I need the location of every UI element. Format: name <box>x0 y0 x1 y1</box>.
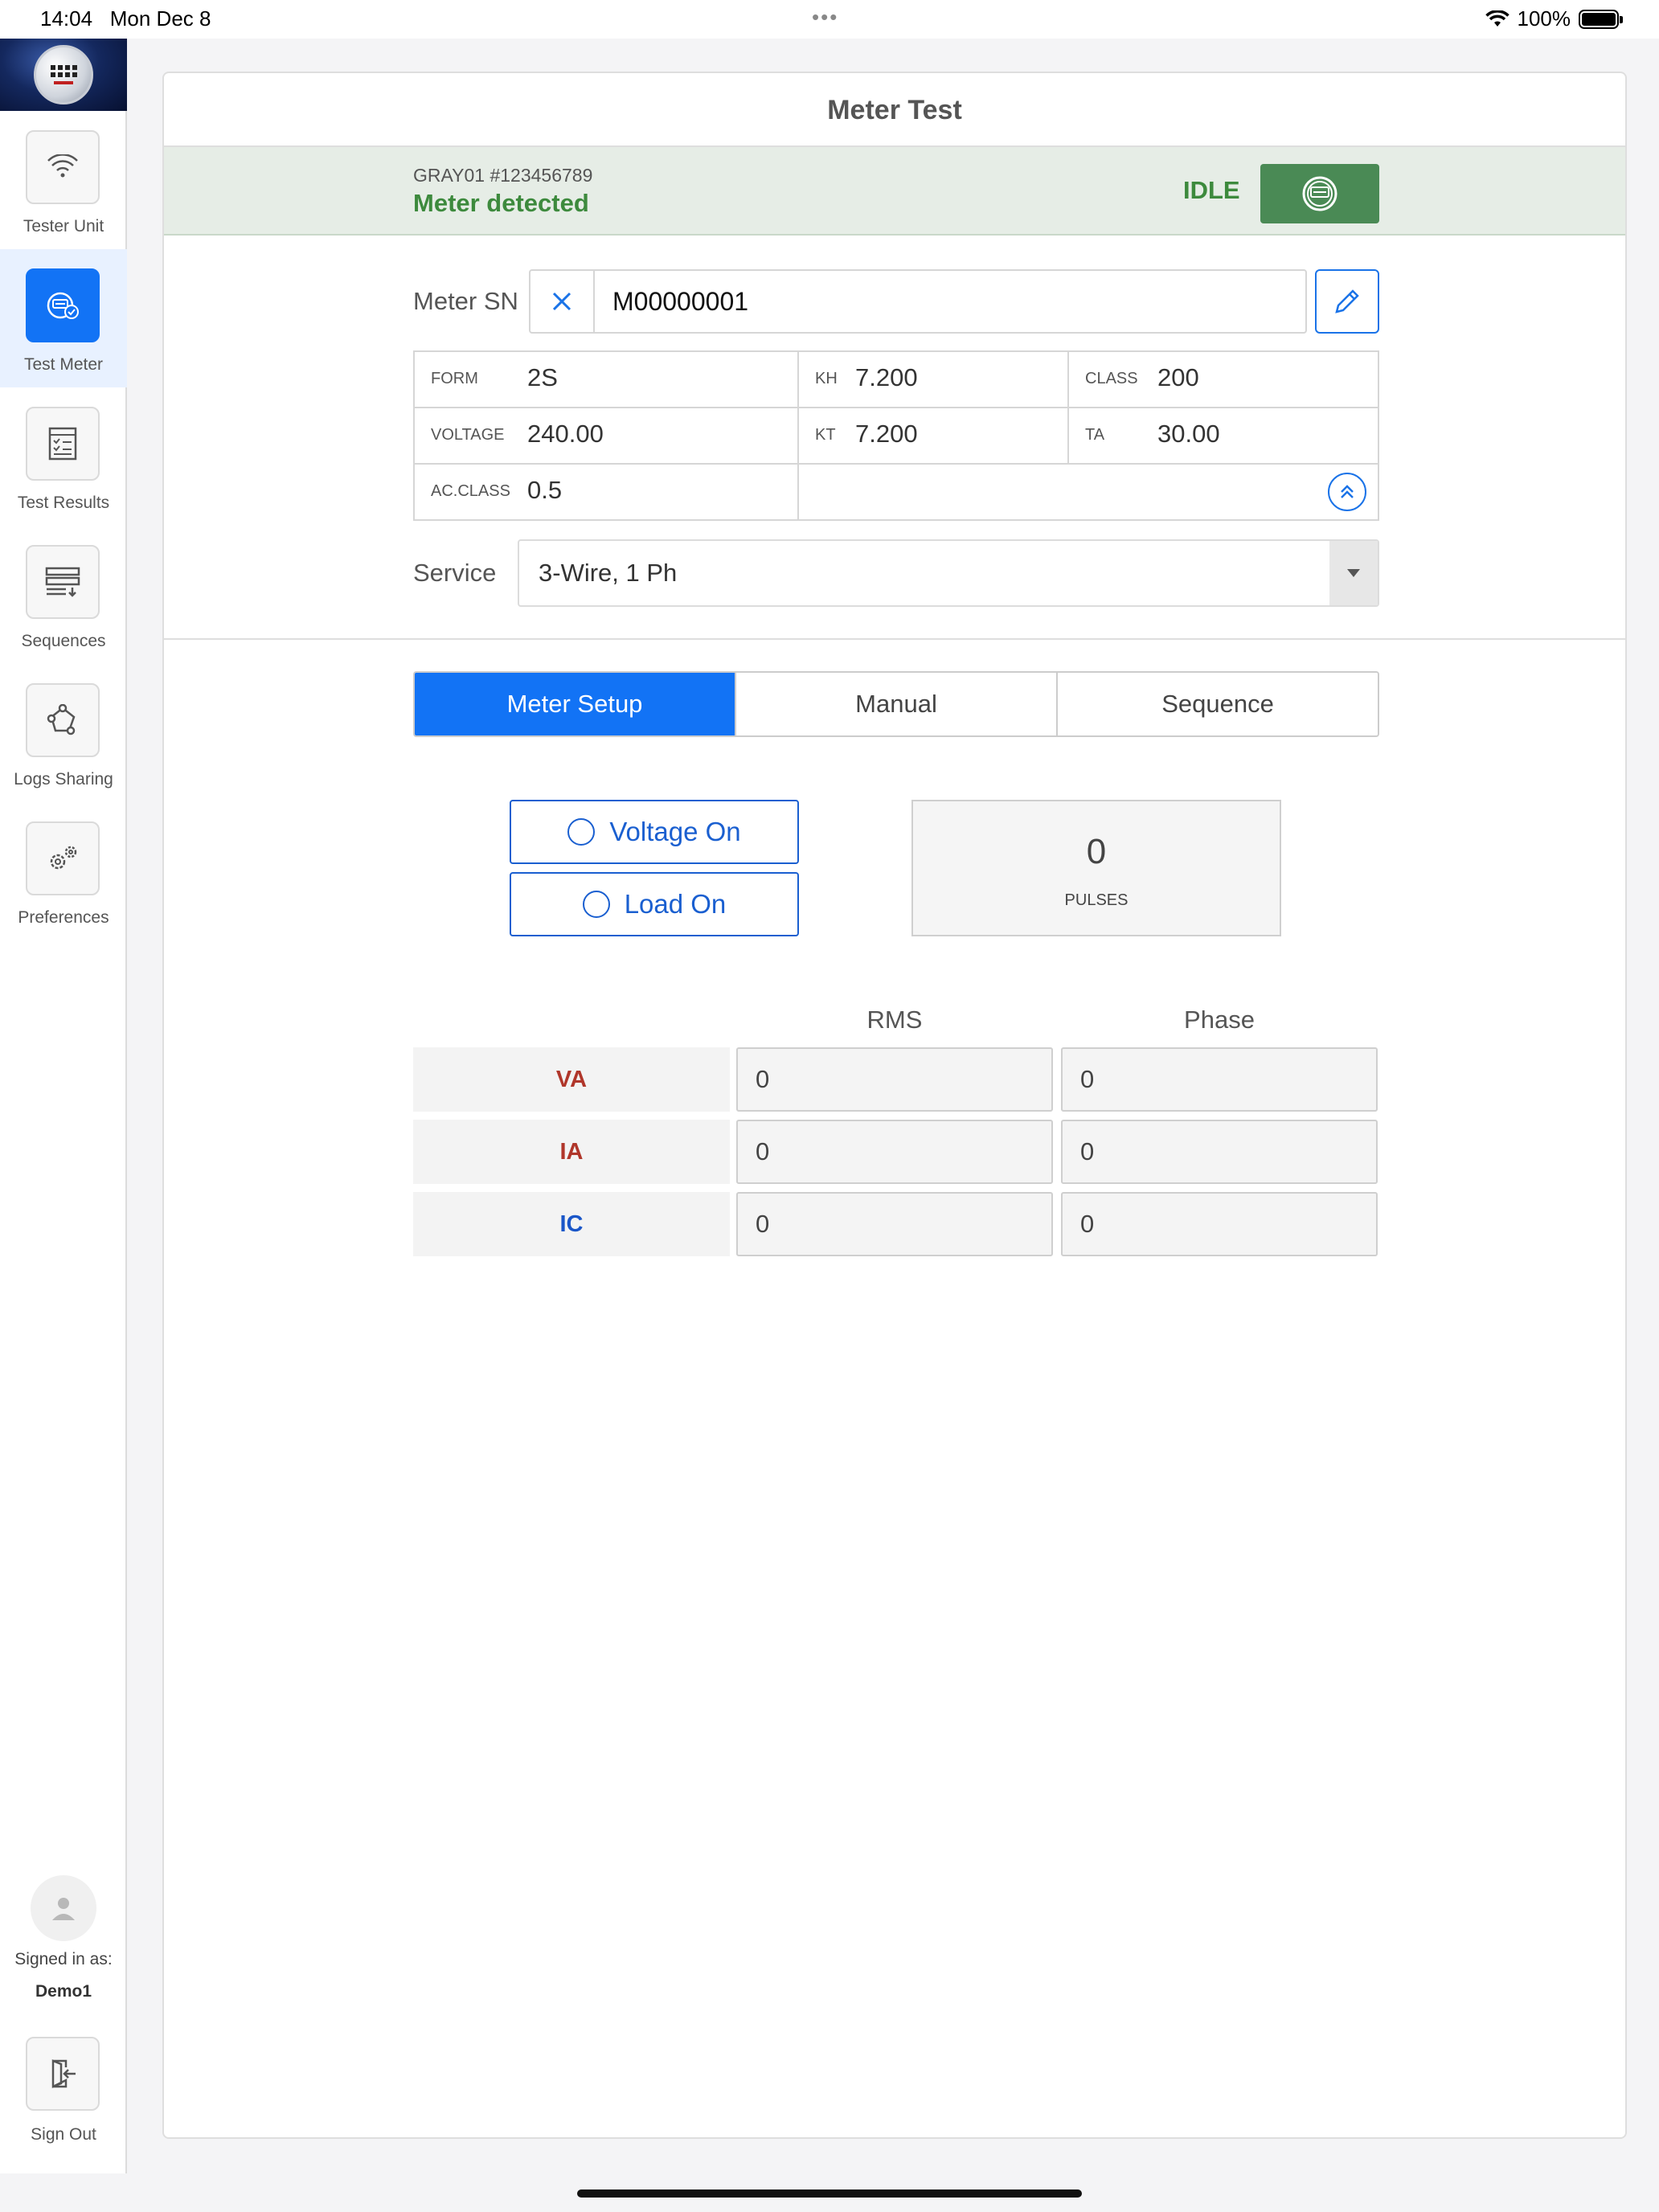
pulses-counter: 0 PULSES <box>911 800 1281 936</box>
edit-sn-button[interactable] <box>1315 269 1379 334</box>
avatar <box>31 1875 96 1941</box>
form-value: 2S <box>527 363 558 391</box>
service-select[interactable]: 3-Wire, 1 Ph <box>518 539 1379 607</box>
collapse-details-button[interactable] <box>1328 473 1366 511</box>
status-right: 100% <box>1485 6 1623 31</box>
share-icon <box>26 683 100 757</box>
meter-check-icon <box>26 268 100 342</box>
kt-cell: KT 7.200 <box>799 408 1069 465</box>
user-icon <box>52 1898 75 1920</box>
kh-cell: KH 7.200 <box>799 352 1069 408</box>
sidebar-item-label: Sequences <box>21 632 106 650</box>
sidebar-item-test-results[interactable]: Test Results <box>0 387 127 526</box>
rms-column-header: RMS <box>866 1006 923 1034</box>
tab-sequence[interactable]: Sequence <box>1058 673 1378 735</box>
ta-cell: TA 30.00 <box>1069 408 1378 465</box>
checklist-icon <box>26 407 100 481</box>
meter-test-panel: Meter Test GRAY01 #123456789 Meter detec… <box>162 72 1627 2139</box>
device-status-bar <box>164 147 1625 236</box>
pencil-icon <box>1335 289 1359 313</box>
signed-in-label: Signed in as: <box>14 1950 113 1968</box>
sidebar: Tester Unit Test Meter Test Results Sequ… <box>0 39 127 2173</box>
class-cell: CLASS 200 <box>1069 352 1378 408</box>
va-phase-field[interactable]: 0 <box>1061 1047 1378 1112</box>
app-logo <box>0 39 127 111</box>
row-label-ia: IA <box>413 1120 730 1184</box>
sidebar-item-test-meter[interactable]: Test Meter <box>0 249 127 387</box>
phase-column-header: Phase <box>1184 1006 1255 1034</box>
sidebar-item-sequences[interactable]: Sequences <box>0 526 127 664</box>
device-id: GRAY01 #123456789 <box>413 165 593 186</box>
status-time: 14:04 Mon Dec 8 <box>40 6 211 31</box>
gears-icon <box>26 821 100 895</box>
voltage-on-label: Voltage On <box>609 817 741 846</box>
run-test-button[interactable] <box>1260 164 1379 223</box>
class-value: 200 <box>1157 363 1199 391</box>
pulses-value: 0 <box>1086 832 1107 871</box>
ta-value: 30.00 <box>1157 420 1220 448</box>
multitasking-dots-icon[interactable]: ••• <box>812 5 838 30</box>
form-cell: FORM 2S <box>415 352 799 408</box>
wifi-status-icon <box>1485 10 1509 27</box>
sidebar-item-preferences[interactable]: Preferences <box>0 802 127 940</box>
load-on-toggle[interactable]: Load On <box>510 872 799 936</box>
clear-button[interactable] <box>530 271 595 332</box>
voltage-value: 240.00 <box>527 420 604 448</box>
tab-meter-setup[interactable]: Meter Setup <box>415 673 736 735</box>
dropdown-arrow-icon[interactable] <box>1329 541 1378 605</box>
mode-tabs: Meter Setup Manual Sequence <box>413 671 1379 737</box>
va-rms-field[interactable]: 0 <box>736 1047 1053 1112</box>
meter-details-grid: FORM 2S KH 7.200 CLASS 200 VOLTAGE 240.0… <box>413 350 1379 521</box>
sidebar-item-label: Preferences <box>18 908 109 927</box>
meter-sn-value: M00000001 <box>612 287 749 316</box>
acclass-cell: AC.CLASS 0.5 <box>415 465 799 519</box>
sidebar-item-label: Logs Sharing <box>14 770 113 789</box>
home-indicator[interactable] <box>577 2189 1082 2198</box>
radio-circle-icon <box>567 818 596 846</box>
voltage-cell: VOLTAGE 240.00 <box>415 408 799 465</box>
battery-icon <box>1579 9 1623 29</box>
meter-icon <box>1302 176 1337 211</box>
sign-out-button[interactable] <box>26 2037 100 2111</box>
status-bar: 14:04 Mon Dec 8 ••• 100% <box>0 0 1659 39</box>
tab-manual[interactable]: Manual <box>736 673 1058 735</box>
page-title: Meter Test <box>164 73 1625 147</box>
voltage-on-toggle[interactable]: Voltage On <box>510 800 799 864</box>
sidebar-item-label: Test Meter <box>23 355 104 374</box>
kt-value: 7.200 <box>855 420 918 448</box>
device-status: Meter detected <box>413 189 589 217</box>
meter-sn-field[interactable]: M00000001 <box>529 269 1307 334</box>
row-label-ic: IC <box>413 1192 730 1256</box>
sequence-list-icon <box>26 545 100 619</box>
sign-out-icon <box>51 2059 76 2088</box>
section-divider <box>164 638 1625 640</box>
ic-rms-field[interactable]: 0 <box>736 1192 1053 1256</box>
pulses-label: PULSES <box>1064 891 1129 909</box>
ic-phase-field[interactable]: 0 <box>1061 1192 1378 1256</box>
row-label-va: VA <box>413 1047 730 1112</box>
run-state-label: IDLE <box>1183 176 1240 204</box>
meter-logo-icon <box>34 45 93 104</box>
sidebar-item-tester-unit[interactable]: Tester Unit <box>0 111 127 249</box>
sidebar-item-label: Test Results <box>17 494 110 512</box>
close-icon <box>552 292 571 311</box>
sidebar-item-label: Tester Unit <box>23 217 104 236</box>
signed-in-user: Demo1 <box>35 1982 92 2001</box>
service-label: Service <box>413 559 497 587</box>
radio-circle-icon <box>582 891 610 918</box>
service-value: 3-Wire, 1 Ph <box>539 559 678 587</box>
ia-rms-field[interactable]: 0 <box>736 1120 1053 1184</box>
wifi-icon <box>26 130 100 204</box>
kh-value: 7.200 <box>855 363 918 391</box>
load-on-label: Load On <box>624 889 727 919</box>
sign-out-label: Sign Out <box>31 2125 96 2144</box>
battery-percent: 100% <box>1517 6 1571 31</box>
sidebar-item-logs-sharing[interactable]: Logs Sharing <box>0 664 127 802</box>
chevron-double-up-icon <box>1341 485 1354 498</box>
meter-sn-label: Meter SN <box>413 287 518 315</box>
acclass-value: 0.5 <box>527 476 563 504</box>
ia-phase-field[interactable]: 0 <box>1061 1120 1378 1184</box>
